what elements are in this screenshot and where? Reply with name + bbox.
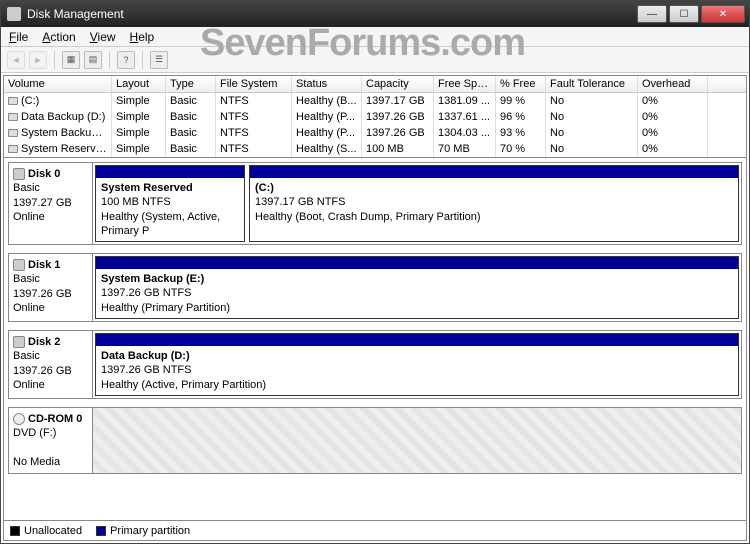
legend: Unallocated Primary partition (4, 520, 746, 540)
col-capacity[interactable]: Capacity (362, 76, 434, 92)
disk-entry: Disk 2Basic1397.26 GBOnlineData Backup (… (8, 330, 742, 399)
col-overhead[interactable]: Overhead (638, 76, 708, 92)
disk-icon (13, 336, 25, 348)
col-pctfree[interactable]: % Free (496, 76, 546, 92)
close-button[interactable]: ✕ (701, 5, 745, 23)
disk-icon (13, 168, 25, 180)
legend-unallocated: Unallocated (10, 525, 82, 537)
col-fault[interactable]: Fault Tolerance (546, 76, 638, 92)
menu-help[interactable]: Help (130, 30, 155, 44)
toolbar: ◄ ► ▦ ▤ ? ☰ (1, 47, 749, 73)
disk-entry: Disk 0Basic1397.27 GBOnlineSystem Reserv… (8, 162, 742, 245)
partition-bar (96, 166, 244, 178)
window-title: Disk Management (27, 7, 637, 21)
legend-primary: Primary partition (96, 525, 190, 537)
partition-container: System Backup (E:)1397.26 GB NTFSHealthy… (93, 254, 741, 321)
volume-table-body: (C:)SimpleBasicNTFSHealthy (B...1397.17 … (4, 93, 746, 157)
maximize-button[interactable]: ☐ (669, 5, 699, 23)
col-layout[interactable]: Layout (112, 76, 166, 92)
partition-bar (250, 166, 738, 178)
drive-icon (8, 97, 18, 105)
volume-table: Volume Layout Type File System Status Ca… (4, 76, 746, 158)
disk-info[interactable]: Disk 0Basic1397.27 GBOnline (9, 163, 93, 244)
window-controls: — ☐ ✕ (637, 5, 749, 23)
disk-info[interactable]: Disk 2Basic1397.26 GBOnline (9, 331, 93, 398)
content-area: Volume Layout Type File System Status Ca… (3, 75, 747, 541)
partition[interactable]: System Backup (E:)1397.26 GB NTFSHealthy… (95, 256, 739, 319)
col-type[interactable]: Type (166, 76, 216, 92)
table-row[interactable]: (C:)SimpleBasicNTFSHealthy (B...1397.17 … (4, 93, 746, 109)
disk-info[interactable]: Disk 1Basic1397.26 GBOnline (9, 254, 93, 321)
menubar: File Action View Help (1, 27, 749, 47)
toolbar-view2[interactable]: ▤ (84, 51, 102, 69)
toolbar-help[interactable]: ? (117, 51, 135, 69)
drive-icon (8, 145, 18, 153)
disk-entry: CD-ROM 0DVD (F:)No Media (8, 407, 742, 474)
titlebar[interactable]: Disk Management — ☐ ✕ (1, 1, 749, 27)
partition[interactable]: Data Backup (D:)1397.26 GB NTFSHealthy (… (95, 333, 739, 396)
partition-container: Data Backup (D:)1397.26 GB NTFSHealthy (… (93, 331, 741, 398)
menu-view[interactable]: View (90, 30, 116, 44)
partition-bar (96, 257, 738, 269)
partition[interactable]: (C:)1397.17 GB NTFSHealthy (Boot, Crash … (249, 165, 739, 242)
partition[interactable]: System Reserved100 MB NTFSHealthy (Syste… (95, 165, 245, 242)
toolbar-properties[interactable]: ☰ (150, 51, 168, 69)
menu-action[interactable]: Action (42, 30, 75, 44)
drive-icon (8, 113, 18, 121)
disk-map-panel: Disk 0Basic1397.27 GBOnlineSystem Reserv… (4, 158, 746, 520)
table-row[interactable]: Data Backup (D:)SimpleBasicNTFSHealthy (… (4, 109, 746, 125)
cd-icon (13, 413, 25, 425)
disk-entry: Disk 1Basic1397.26 GBOnlineSystem Backup… (8, 253, 742, 322)
disk-info[interactable]: CD-ROM 0DVD (F:)No Media (9, 408, 93, 473)
forward-button[interactable]: ► (29, 51, 47, 69)
back-button[interactable]: ◄ (7, 51, 25, 69)
drive-icon (8, 129, 18, 137)
table-row[interactable]: System ReservedSimpleBasicNTFSHealthy (S… (4, 141, 746, 157)
disk-management-window: Disk Management — ☐ ✕ File Action View H… (0, 0, 750, 544)
toolbar-view1[interactable]: ▦ (62, 51, 80, 69)
partition-container (93, 408, 741, 473)
partition-container: System Reserved100 MB NTFSHealthy (Syste… (93, 163, 741, 244)
col-filesystem[interactable]: File System (216, 76, 292, 92)
col-volume[interactable]: Volume (4, 76, 112, 92)
app-icon (7, 7, 21, 21)
minimize-button[interactable]: — (637, 5, 667, 23)
table-row[interactable]: System Backup (E:)SimpleBasicNTFSHealthy… (4, 125, 746, 141)
col-freespace[interactable]: Free Spa... (434, 76, 496, 92)
disk-icon (13, 259, 25, 271)
volume-table-header: Volume Layout Type File System Status Ca… (4, 76, 746, 93)
col-status[interactable]: Status (292, 76, 362, 92)
partition-bar (96, 334, 738, 346)
menu-file[interactable]: File (9, 30, 28, 44)
